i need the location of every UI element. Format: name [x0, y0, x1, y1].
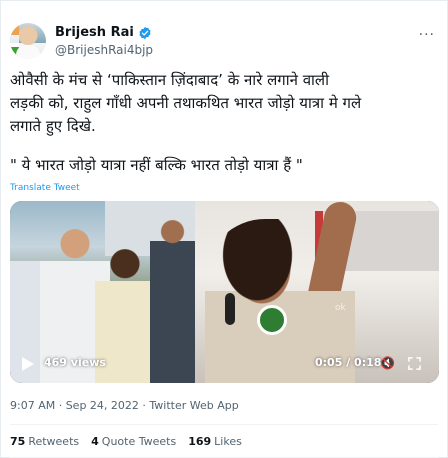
likes-label: Likes [214, 435, 242, 448]
mute-icon[interactable]: 🔇 [380, 356, 395, 370]
retweets-stat[interactable]: 75 Retweets [10, 435, 79, 448]
divider [10, 424, 438, 425]
quote-tweets-stat[interactable]: 4 Quote Tweets [91, 435, 176, 448]
tweet-text-line-1: ओवैसी के मंच से ‘पाकिस्तान ज़िंदाबाद’ के… [10, 71, 329, 89]
tweet-card: Brijesh Rai @BrijeshRai4bjp ··· ओवैसी के… [0, 0, 448, 458]
video-player[interactable]: ok 469 views 0:05 / 0:18 🔇 [10, 201, 439, 383]
quote-tweets-label: Quote Tweets [101, 435, 177, 448]
quote-tweets-count: 4 [91, 435, 99, 448]
green-rosette-badge [257, 305, 287, 335]
author-display-name[interactable]: Brijesh Rai [55, 25, 134, 40]
video-watermark: ok [335, 303, 346, 313]
microphone-icon [225, 293, 235, 325]
play-icon[interactable] [22, 357, 34, 371]
likes-stat[interactable]: 169 Likes [188, 435, 242, 448]
engagement-stats: 75 Retweets 4 Quote Tweets 169 Likes [10, 435, 242, 448]
verified-badge-icon [139, 26, 151, 39]
tweet-text-line-3: लगाते हुए दिखे. [10, 117, 96, 135]
retweets-label: Retweets [28, 435, 80, 448]
likes-count: 169 [188, 435, 212, 448]
tweet-text-quote: " ये भारत जोड़ो यात्रा नहीं बल्कि भारत त… [10, 156, 303, 174]
author-handle[interactable]: @BrijeshRai4bjp [55, 43, 153, 57]
tweet-timestamp[interactable]: 9:07 AM · Sep 24, 2022 · Twitter Web App [10, 399, 239, 412]
translate-tweet-link[interactable]: Translate Tweet [10, 183, 80, 193]
more-options-icon[interactable]: ··· [419, 27, 435, 43]
security-guard [150, 211, 195, 383]
video-timer: 0:05 / 0:18 [315, 356, 382, 369]
author-name-row: Brijesh Rai [55, 25, 152, 40]
tweet-text-line-2: लड़की को, राहुल गाँधी अपनी तथाकथित भारत … [10, 94, 362, 112]
avatar[interactable] [10, 23, 46, 59]
avatar-shirt [16, 45, 40, 59]
view-count: 469 views [44, 356, 106, 369]
retweets-count: 75 [10, 435, 26, 448]
fullscreen-icon[interactable] [408, 357, 421, 370]
